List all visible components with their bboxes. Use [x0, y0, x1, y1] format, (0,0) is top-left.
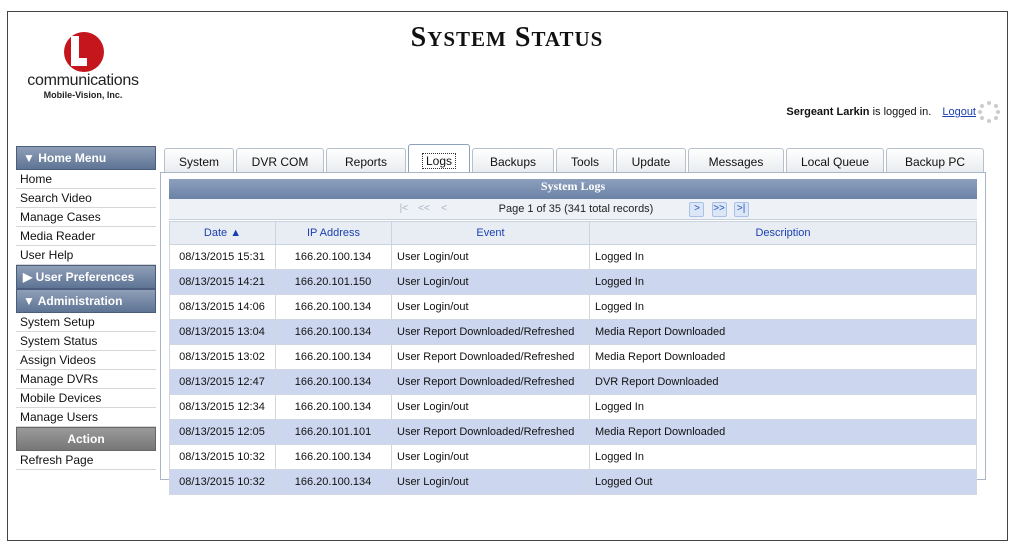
cell-description: Logged In: [589, 444, 977, 470]
sidebar-item-search-video[interactable]: Search Video: [16, 189, 156, 208]
tab-backup-pc[interactable]: Backup PC: [886, 148, 984, 172]
cell-date: 08/13/2015 12:34: [169, 394, 276, 420]
next-block-icon[interactable]: >>: [711, 201, 727, 217]
first-page-icon[interactable]: |<: [397, 203, 410, 216]
user-preferences-header[interactable]: ▶ User Preferences: [16, 265, 156, 289]
grid-title: System Logs: [169, 179, 977, 199]
login-status: Sergeant Larkin is logged in. Logout: [786, 106, 976, 118]
cell-date: 08/13/2015 15:31: [169, 244, 276, 270]
sidebar-item-media-reader[interactable]: Media Reader: [16, 227, 156, 246]
sidebar-item-home[interactable]: Home: [16, 170, 156, 189]
table-row[interactable]: 08/13/2015 14:06 166.20.100.134 User Login…: [169, 294, 977, 320]
logout-link[interactable]: Logout: [942, 106, 976, 118]
tab-backups[interactable]: Backups: [472, 148, 554, 172]
cell-description: Media Report Downloaded: [589, 344, 977, 370]
cell-ip-address: 166.20.100.134: [275, 469, 392, 495]
sidebar-item-assign-videos[interactable]: Assign Videos: [16, 351, 156, 370]
prev-page-icon[interactable]: <: [438, 203, 451, 216]
cell-date: 08/13/2015 12:47: [169, 369, 276, 395]
tab-update[interactable]: Update: [616, 148, 686, 172]
pager-text: Page 1 of 35 (341 total records): [498, 203, 654, 215]
column-header-date[interactable]: Date ▲: [169, 221, 276, 245]
cell-description: Media Report Downloaded: [589, 419, 977, 445]
logged-in-text: is logged in.: [872, 106, 932, 118]
logs-table: Date ▲ IP Address Event Description 08/1…: [169, 221, 977, 495]
sidebar-item-manage-users[interactable]: Manage Users: [16, 408, 156, 427]
cell-ip-address: 166.20.101.101: [275, 419, 392, 445]
sidebar-item-user-help[interactable]: User Help: [16, 246, 156, 265]
table-row[interactable]: 08/13/2015 12:34 166.20.100.134 User Login…: [169, 394, 977, 420]
table-row[interactable]: 08/13/2015 12:05 166.20.101.101 User Repor…: [169, 419, 977, 445]
logged-in-user: Sergeant Larkin: [786, 106, 870, 118]
column-header-ip-address[interactable]: IP Address: [275, 221, 392, 245]
tab-logs[interactable]: Logs: [408, 144, 470, 174]
cell-event: User Login/out: [391, 394, 590, 420]
sidebar-item-system-setup[interactable]: System Setup: [16, 313, 156, 332]
tab-reports[interactable]: Reports: [326, 148, 406, 172]
table-row[interactable]: 08/13/2015 15:31 166.20.100.134 User Login…: [169, 244, 977, 270]
cell-description: Logged In: [589, 294, 977, 320]
tab-system[interactable]: System: [164, 148, 234, 172]
cell-date: 08/13/2015 10:32: [169, 444, 276, 470]
cell-event: User Report Downloaded/Refreshed: [391, 419, 590, 445]
column-header-description[interactable]: Description: [589, 221, 977, 245]
sidebar-item-manage-dvrs[interactable]: Manage DVRs: [16, 370, 156, 389]
sidebar-item-manage-cases[interactable]: Manage Cases: [16, 208, 156, 227]
cell-description: Logged In: [589, 269, 977, 295]
cell-date: 08/13/2015 14:06: [169, 294, 276, 320]
cell-ip-address: 166.20.100.134: [275, 394, 392, 420]
cell-event: User Login/out: [391, 469, 590, 495]
sidebar-item-mobile-devices[interactable]: Mobile Devices: [16, 389, 156, 408]
home-menu-header[interactable]: ▼ Home Menu: [16, 146, 156, 170]
cell-description: Logged Out: [589, 469, 977, 495]
table-row[interactable]: 08/13/2015 13:02 166.20.100.134 User Repor…: [169, 344, 977, 370]
cell-event: User Login/out: [391, 244, 590, 270]
next-page-icon[interactable]: >: [689, 201, 705, 217]
table-row[interactable]: 08/13/2015 14:21 166.20.101.150 User Login…: [169, 269, 977, 295]
cell-description: DVR Report Downloaded: [589, 369, 977, 395]
page-title: SYSTEM STATUS: [410, 22, 604, 53]
tab-tools[interactable]: Tools: [556, 148, 614, 172]
cell-description: Logged In: [589, 244, 977, 270]
cell-date: 08/13/2015 12:05: [169, 419, 276, 445]
column-header-event[interactable]: Event: [391, 221, 590, 245]
cell-ip-address: 166.20.100.134: [275, 444, 392, 470]
cell-ip-address: 166.20.100.134: [275, 344, 392, 370]
tab-messages[interactable]: Messages: [688, 148, 784, 172]
sidebar-item-refresh-page[interactable]: Refresh Page: [16, 451, 156, 470]
table-row[interactable]: 08/13/2015 13:04 166.20.100.134 User Repor…: [169, 319, 977, 345]
administration-header[interactable]: ▼ Administration: [16, 289, 156, 313]
tab-local-queue[interactable]: Local Queue: [786, 148, 884, 172]
last-page-icon[interactable]: >|: [733, 201, 749, 217]
cell-ip-address: 166.20.100.134: [275, 319, 392, 345]
cell-ip-address: 166.20.101.150: [275, 269, 392, 295]
cell-event: User Login/out: [391, 444, 590, 470]
cell-event: User Login/out: [391, 294, 590, 320]
logo-text-company: Mobile-Vision, Inc.: [43, 90, 123, 100]
prev-block-icon[interactable]: <<: [417, 203, 430, 216]
table-row[interactable]: 08/13/2015 12:47 166.20.100.134 User Repor…: [169, 369, 977, 395]
cell-date: 08/13/2015 13:04: [169, 319, 276, 345]
cell-description: Logged In: [589, 394, 977, 420]
cell-ip-address: 166.20.100.134: [275, 369, 392, 395]
cell-event: User Login/out: [391, 269, 590, 295]
loading-spinner-icon: [978, 101, 1000, 123]
tab-dvr-com[interactable]: DVR COM: [236, 148, 324, 172]
action-header: Action: [16, 427, 156, 451]
cell-ip-address: 166.20.100.134: [275, 244, 392, 270]
cell-event: User Report Downloaded/Refreshed: [391, 369, 590, 395]
cell-event: User Report Downloaded/Refreshed: [391, 344, 590, 370]
cell-event: User Report Downloaded/Refreshed: [391, 319, 590, 345]
table-row[interactable]: 08/13/2015 10:32 166.20.100.134 User Login…: [169, 469, 977, 495]
logs-panel: System Logs |< << < Page 1 of 35 (341 to…: [160, 172, 986, 495]
table-row[interactable]: 08/13/2015 10:32 166.20.100.134 User Login…: [169, 444, 977, 470]
sidebar: ▼ Home Menu Home Search Video Manage Cas…: [16, 146, 156, 470]
sidebar-item-system-status[interactable]: System Status: [16, 332, 156, 351]
cell-date: 08/13/2015 13:02: [169, 344, 276, 370]
cell-date: 08/13/2015 10:32: [169, 469, 276, 495]
cell-ip-address: 166.20.100.134: [275, 294, 392, 320]
cell-date: 08/13/2015 14:21: [169, 269, 276, 295]
cell-description: Media Report Downloaded: [589, 319, 977, 345]
pager: |< << < Page 1 of 35 (341 total records)…: [169, 199, 977, 220]
